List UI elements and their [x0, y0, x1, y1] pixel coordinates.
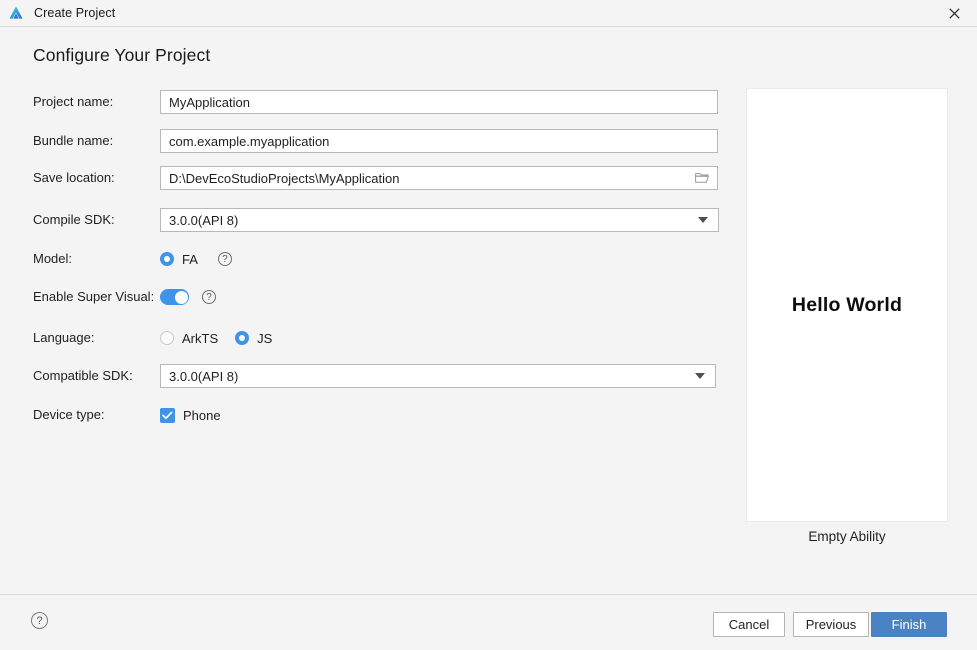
deveco-studio-logo-icon	[9, 6, 23, 19]
radio-indicator-selected[interactable]	[160, 252, 174, 266]
close-icon	[948, 7, 960, 19]
compile-sdk-value: 3.0.0(API 8)	[169, 212, 239, 228]
dialog-body: Configure Your Project Project name: MyA…	[0, 27, 977, 594]
preview-screen-text: Hello World	[791, 293, 903, 316]
close-button[interactable]	[931, 0, 977, 26]
bundle-name-input[interactable]: com.example.myapplication	[160, 129, 718, 153]
radio-indicator-unselected[interactable]	[160, 331, 174, 345]
save-location-input[interactable]: D:\DevEcoStudioProjects\MyApplication	[160, 166, 718, 190]
finish-button[interactable]: Finish	[871, 612, 947, 637]
radio-model-fa[interactable]: FA	[160, 252, 198, 267]
project-name-input[interactable]: MyApplication	[160, 90, 718, 114]
radio-indicator-selected[interactable]	[235, 331, 250, 345]
bundle-name-label: Bundle name:	[33, 133, 114, 148]
model-radio-group: FA ?	[160, 247, 232, 271]
radio-model-fa-label: FA	[182, 251, 198, 267]
radio-language-js-label: JS	[257, 330, 273, 346]
model-label: Model:	[33, 251, 73, 266]
checkbox-indicator-checked[interactable]	[160, 407, 175, 423]
device-type-checkbox-group: Phone	[160, 403, 221, 427]
compatible-sdk-label: Compatible SDK:	[33, 368, 133, 383]
bundle-name-value: com.example.myapplication	[169, 133, 330, 149]
preview-caption: Empty Ability	[808, 529, 886, 544]
project-name-value: MyApplication	[169, 94, 250, 110]
enable-super-visual-label: Enable Super Visual:	[33, 289, 155, 304]
previous-button[interactable]: Previous	[793, 612, 869, 637]
save-location-label: Save location:	[33, 170, 115, 185]
chevron-down-icon[interactable]	[698, 217, 708, 223]
compile-sdk-label: Compile SDK:	[33, 212, 115, 227]
super-visual-help-icon[interactable]: ?	[202, 290, 216, 304]
template-preview-card: Hello World	[746, 88, 948, 522]
radio-language-js[interactable]: JS	[235, 331, 272, 346]
checkbox-device-phone-label: Phone	[183, 407, 221, 423]
compatible-sdk-select[interactable]: 3.0.0(API 8)	[160, 364, 716, 388]
folder-icon[interactable]	[695, 172, 709, 184]
footer-help-icon[interactable]: ?	[31, 612, 48, 629]
checkbox-device-phone[interactable]: Phone	[160, 407, 221, 423]
radio-language-arkts[interactable]: ArkTS	[160, 331, 218, 346]
window-title: Create Project	[34, 6, 116, 20]
enable-super-visual-control: ?	[160, 285, 216, 309]
check-icon	[162, 411, 173, 419]
compatible-sdk-value: 3.0.0(API 8)	[169, 368, 239, 384]
super-visual-toggle[interactable]	[160, 289, 189, 305]
language-radio-group: ArkTS JS	[160, 326, 272, 350]
model-help-icon[interactable]: ?	[217, 252, 232, 266]
project-name-label: Project name:	[33, 94, 114, 109]
language-label: Language:	[33, 330, 95, 345]
radio-language-arkts-label: ArkTS	[182, 330, 219, 346]
toggle-knob	[174, 290, 188, 304]
window-titlebar: Create Project	[0, 0, 977, 27]
chevron-down-icon[interactable]	[695, 373, 705, 379]
device-type-label: Device type:	[33, 407, 105, 422]
page-title: Configure Your Project	[33, 45, 211, 65]
cancel-button[interactable]: Cancel	[713, 612, 785, 637]
compile-sdk-select[interactable]: 3.0.0(API 8)	[160, 208, 719, 232]
save-location-value: D:\DevEcoStudioProjects\MyApplication	[169, 170, 400, 186]
